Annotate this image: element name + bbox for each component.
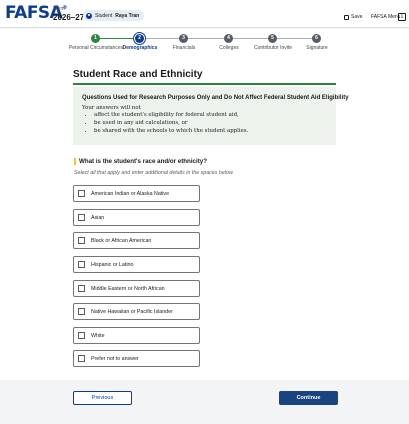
form-year-block: Form 2026–27 (53, 5, 84, 22)
notice-list: affect the student's eligibility for fed… (90, 111, 248, 135)
notice-heading: Questions Used for Research Purposes Onl… (82, 95, 349, 101)
title-divider (73, 83, 336, 85)
option-american-indian[interactable]: American Indian or Alaska Native (73, 185, 200, 202)
checkbox[interactable] (78, 308, 85, 315)
fafsa-menu-button[interactable]: FAFSA Menu (371, 14, 400, 20)
progress-track-complete (96, 38, 139, 39)
option-native-hawaiian[interactable]: Native Hawaiian or Pacific Islander (73, 303, 200, 320)
progress-stepper: 1 Personal Circumstances 2 Demographics … (0, 29, 409, 56)
option-label: Black or African American (91, 237, 152, 244)
save-button[interactable]: Save (344, 14, 362, 20)
checkbox[interactable] (78, 355, 85, 362)
option-white[interactable]: White (73, 327, 200, 344)
checkbox[interactable] (78, 190, 85, 197)
option-label: Native Hawaiian or Pacific Islander (91, 308, 173, 315)
page-title: Student Race and Ethnicity (73, 69, 203, 80)
notice-bullet: affect the student's eligibility for fed… (94, 111, 248, 119)
option-label: Asian (91, 214, 105, 221)
checkbox[interactable] (78, 285, 85, 292)
save-label: Save (351, 14, 363, 20)
step-4-marker: 4 (224, 34, 233, 43)
checkbox[interactable] (78, 261, 85, 268)
question-label: What is the student's race and/or ethnic… (74, 158, 207, 165)
option-black[interactable]: Black or African American (73, 232, 200, 249)
option-asian[interactable]: Asian (73, 209, 200, 226)
option-label: Middle Eastern or North African (91, 285, 165, 292)
step-1-marker: 1 (91, 34, 100, 43)
user-icon (86, 12, 92, 19)
step-6-label: Signature (306, 45, 328, 51)
question-hint: Select all that apply and enter addition… (74, 170, 234, 176)
option-hispanic[interactable]: Hispanic or Latino (73, 256, 200, 273)
step-5-marker: 5 (268, 34, 277, 43)
option-middle-eastern[interactable]: Middle Eastern or North African (73, 280, 200, 297)
notice-bullet: be shared with the schools to which the … (94, 127, 248, 135)
step-3-marker: 3 (179, 34, 188, 43)
continue-button[interactable]: Continue (279, 391, 338, 405)
option-label: Prefer not to answer (91, 355, 139, 362)
previous-button[interactable]: Previous (73, 391, 132, 405)
notice-bullet: be used in any aid calculations, or (94, 119, 248, 127)
checkbox[interactable] (78, 214, 85, 221)
step-6-marker: 6 (312, 34, 321, 43)
option-label: White (91, 332, 105, 339)
form-year: 2026–27 (53, 13, 85, 22)
research-notice: Questions Used for Research Purposes Onl… (73, 87, 349, 145)
main-content: Student Race and Ethnicity Questions Use… (0, 56, 409, 380)
question-text: What is the student's race and/or ethnic… (79, 158, 207, 165)
student-role: Student (95, 12, 113, 19)
step-2-marker: 2 (135, 34, 144, 43)
option-label: Hispanic or Latino (91, 261, 134, 268)
info-icon[interactable]: i (398, 13, 406, 21)
checkbox[interactable] (78, 237, 85, 244)
student-badge: Student Raya Tran (83, 10, 145, 21)
top-header: FAFSA® Form 2026–27 Student Raya Tran Sa… (0, 0, 409, 28)
save-icon (344, 14, 349, 20)
checkbox[interactable] (78, 332, 85, 339)
student-name: Raya Tran (115, 12, 140, 19)
option-label: American Indian or Alaska Native (91, 190, 170, 197)
question-marker (74, 158, 76, 165)
form-label: Form (53, 6, 65, 12)
option-prefer-not[interactable]: Prefer not to answer (73, 350, 200, 367)
